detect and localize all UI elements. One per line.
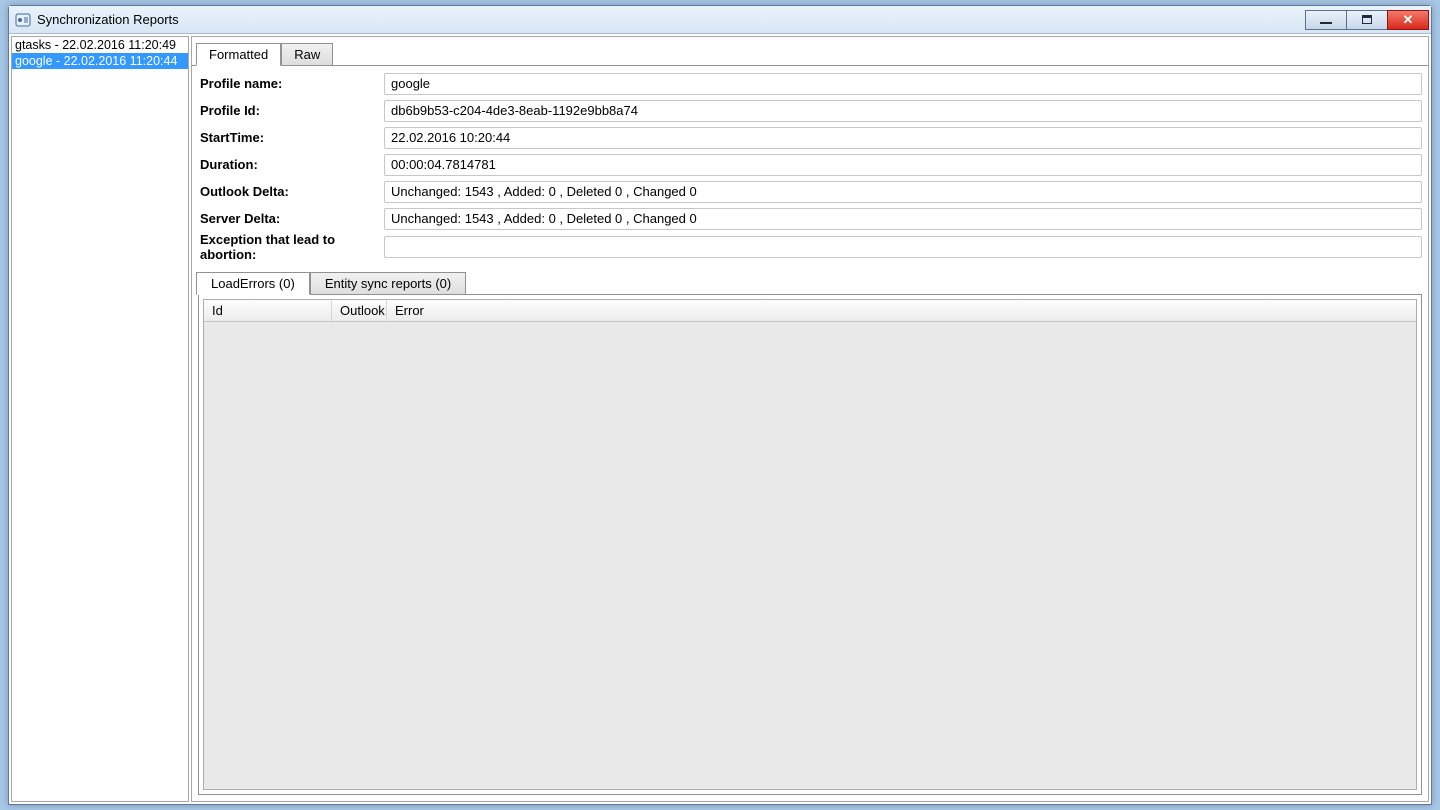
formatted-pane: Profile name: google Profile Id: db6b9b5… (192, 65, 1428, 294)
label-profile-id: Profile Id: (198, 103, 384, 118)
errors-grid-container: Id Outlook Error (198, 294, 1422, 795)
row-outlook-delta: Outlook Delta: Unchanged: 1543 , Added: … (198, 178, 1422, 205)
tab-formatted[interactable]: Formatted (196, 43, 281, 66)
tab-load-errors[interactable]: LoadErrors (0) (196, 272, 310, 295)
value-server-delta[interactable]: Unchanged: 1543 , Added: 0 , Deleted 0 ,… (384, 208, 1422, 230)
report-list-item[interactable]: gtasks - 22.02.2016 11:20:49 (12, 37, 188, 53)
errors-grid[interactable]: Id Outlook Error (203, 299, 1417, 790)
label-exception: Exception that lead to abortion: (198, 232, 384, 262)
report-list-item[interactable]: google - 22.02.2016 11:20:44 (12, 53, 188, 69)
label-duration: Duration: (198, 157, 384, 172)
label-outlook-delta: Outlook Delta: (198, 184, 384, 199)
row-profile-name: Profile name: google (198, 70, 1422, 97)
row-duration: Duration: 00:00:04.7814781 (198, 151, 1422, 178)
minimize-icon (1320, 22, 1332, 24)
maximize-icon (1362, 15, 1372, 24)
grid-body[interactable] (204, 322, 1416, 789)
app-icon (15, 12, 31, 28)
report-list[interactable]: gtasks - 22.02.2016 11:20:49 google - 22… (11, 36, 189, 802)
tab-entity-sync-reports[interactable]: Entity sync reports (0) (310, 272, 466, 295)
label-profile-name: Profile name: (198, 76, 384, 91)
label-start-time: StartTime: (198, 130, 384, 145)
row-start-time: StartTime: 22.02.2016 10:20:44 (198, 124, 1422, 151)
value-profile-id[interactable]: db6b9b53-c204-4de3-8eab-1192e9bb8a74 (384, 100, 1422, 122)
value-duration[interactable]: 00:00:04.7814781 (384, 154, 1422, 176)
col-header-outlook[interactable]: Outlook (332, 300, 387, 321)
grid-header-row: Id Outlook Error (204, 300, 1416, 322)
main-pane: Formatted Raw Profile name: google Profi… (191, 36, 1429, 802)
maximize-button[interactable] (1346, 10, 1388, 30)
value-outlook-delta[interactable]: Unchanged: 1543 , Added: 0 , Deleted 0 ,… (384, 181, 1422, 203)
close-button[interactable]: ✕ (1387, 10, 1429, 30)
window-buttons: ✕ (1306, 10, 1429, 30)
titlebar[interactable]: Synchronization Reports ✕ (9, 6, 1431, 34)
row-exception: Exception that lead to abortion: (198, 232, 1422, 262)
value-exception[interactable] (384, 236, 1422, 258)
value-profile-name[interactable]: google (384, 73, 1422, 95)
detail-tabs: LoadErrors (0) Entity sync reports (0) (192, 268, 1428, 294)
view-tabs: Formatted Raw (192, 39, 1428, 65)
app-window: Synchronization Reports ✕ gtasks - 22.02… (8, 5, 1432, 805)
minimize-button[interactable] (1305, 10, 1347, 30)
row-profile-id: Profile Id: db6b9b53-c204-4de3-8eab-1192… (198, 97, 1422, 124)
value-start-time[interactable]: 22.02.2016 10:20:44 (384, 127, 1422, 149)
col-header-id[interactable]: Id (204, 300, 332, 321)
close-icon: ✕ (1403, 12, 1414, 28)
tab-raw[interactable]: Raw (281, 43, 333, 66)
col-header-error[interactable]: Error (387, 300, 1416, 321)
details-fields: Profile name: google Profile Id: db6b9b5… (192, 66, 1428, 264)
window-title: Synchronization Reports (37, 12, 179, 27)
label-server-delta: Server Delta: (198, 211, 384, 226)
row-server-delta: Server Delta: Unchanged: 1543 , Added: 0… (198, 205, 1422, 232)
client-area: gtasks - 22.02.2016 11:20:49 google - 22… (9, 34, 1431, 804)
